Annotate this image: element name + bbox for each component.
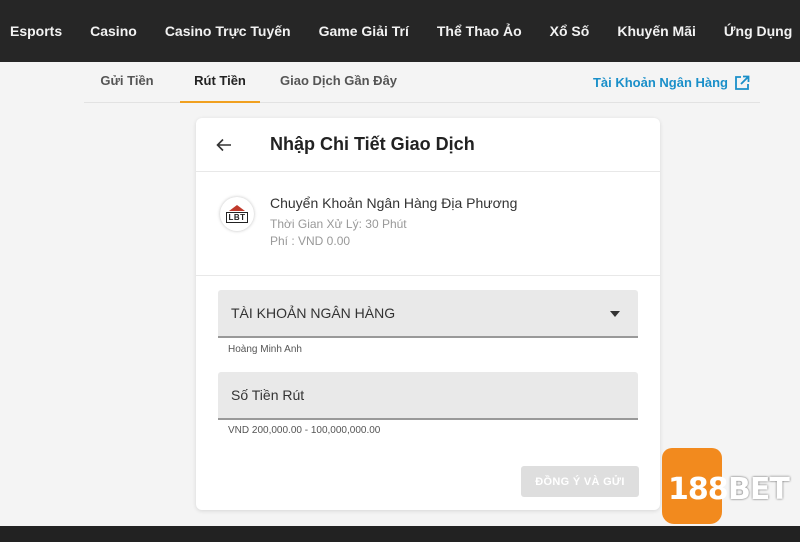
nav-item-casino[interactable]: Casino xyxy=(90,23,137,39)
bank-account-link-label: Tài Khoản Ngân Hàng xyxy=(592,75,728,90)
method-name: Chuyển Khoản Ngân Hàng Địa Phương xyxy=(270,195,518,211)
nav-item-live-casino[interactable]: Casino Trực Tuyến xyxy=(165,23,291,39)
tab-recent-transactions[interactable]: Giao Dịch Gần Đây xyxy=(280,62,397,103)
nav-item-esports[interactable]: Esports xyxy=(10,23,62,39)
payment-method: LBT Chuyển Khoản Ngân Hàng Địa Phương Th… xyxy=(196,172,660,276)
agree-submit-button[interactable]: ĐỒNG Ý VÀ GỬI xyxy=(521,466,639,497)
nav-item-apps[interactable]: Ứng Dụng xyxy=(724,23,792,39)
tab-deposit[interactable]: Gửi Tiền xyxy=(94,62,160,103)
top-navigation: Esports Casino Casino Trực Tuyến Game Gi… xyxy=(0,0,800,62)
page-title: Nhập Chi Tiết Giao Dịch xyxy=(270,134,475,154)
external-link-icon xyxy=(735,75,750,90)
caret-down-icon xyxy=(610,311,620,317)
brand-number: 188 xyxy=(668,472,729,507)
transaction-tabs: Gửi Tiền Rút Tiền Giao Dịch Gần Đây Tài … xyxy=(84,62,760,103)
brand-logo: 188 BET xyxy=(662,448,796,524)
arrow-left-icon xyxy=(216,138,231,151)
tab-withdraw[interactable]: Rút Tiền xyxy=(180,62,260,103)
footer-bar xyxy=(0,526,800,542)
back-button[interactable] xyxy=(196,118,252,172)
bank-logo-text: LBT xyxy=(226,212,248,223)
nav-item-virtual-sports[interactable]: Thể Thao Ảo xyxy=(437,23,522,39)
card-header: Nhập Chi Tiết Giao Dịch xyxy=(196,118,660,172)
method-fee: Phí : VND 0.00 xyxy=(270,234,351,248)
bank-account-select-label: TÀI KHOẢN NGÂN HÀNG xyxy=(231,305,396,321)
nav-item-games[interactable]: Game Giải Trí xyxy=(319,23,409,39)
withdraw-card: Nhập Chi Tiết Giao Dịch LBT Chuyển Khoản… xyxy=(196,118,660,510)
account-holder-name: Hoàng Minh Anh xyxy=(228,344,302,355)
withdraw-amount-input[interactable]: Số Tiền Rút xyxy=(218,372,638,420)
amount-range-hint: VND 200,000.00 - 100,000,000.00 xyxy=(228,425,381,436)
brand-word: BET xyxy=(728,472,790,507)
nav-item-promotions[interactable]: Khuyến Mãi xyxy=(617,23,696,39)
bank-logo: LBT xyxy=(220,197,254,231)
bank-account-select[interactable]: TÀI KHOẢN NGÂN HÀNG xyxy=(218,290,638,338)
processing-time: Thời Gian Xử Lý: 30 Phút xyxy=(270,217,407,231)
withdraw-amount-placeholder: Số Tiền Rút xyxy=(231,387,305,403)
nav-item-lottery[interactable]: Xổ Số xyxy=(550,23,590,39)
bank-account-link[interactable]: Tài Khoản Ngân Hàng xyxy=(593,62,750,103)
house-icon xyxy=(229,205,245,211)
